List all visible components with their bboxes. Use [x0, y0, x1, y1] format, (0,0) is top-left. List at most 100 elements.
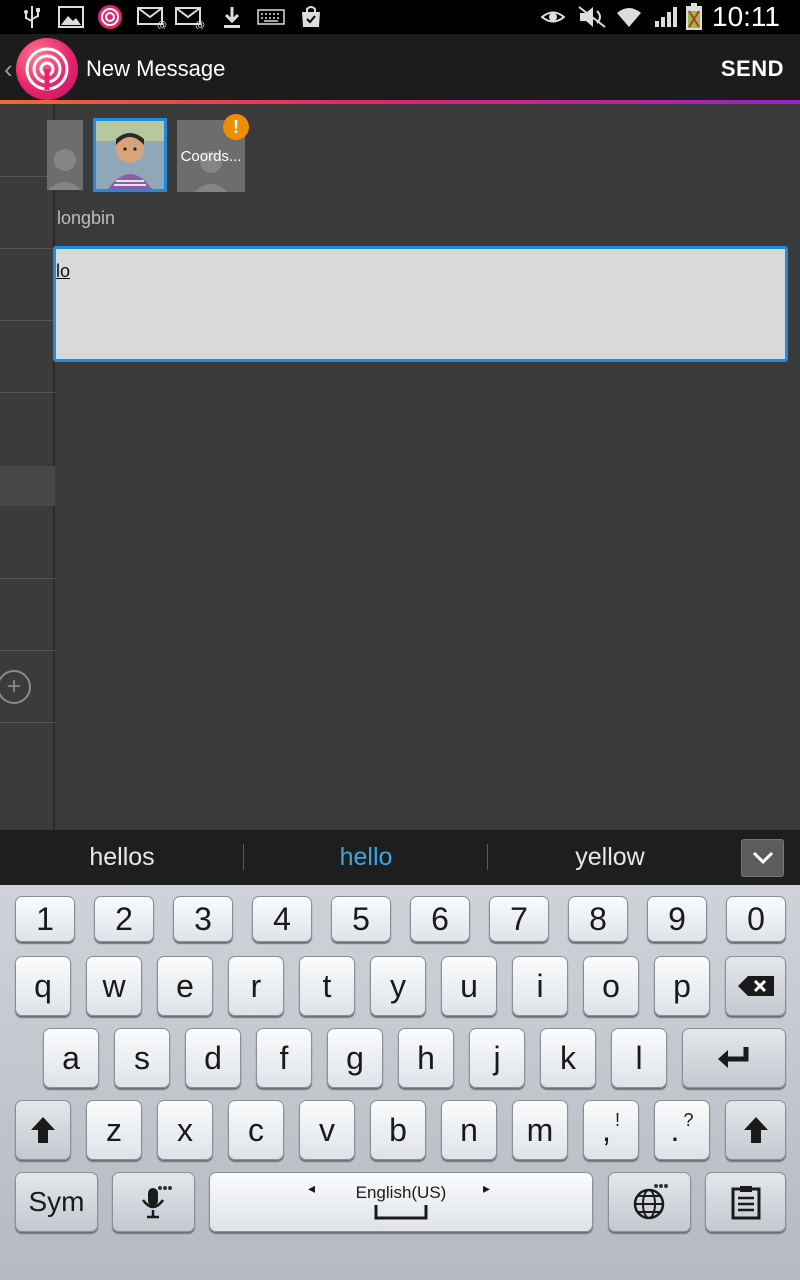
- divider: [0, 248, 55, 249]
- suggestion-item-highlighted[interactable]: hello: [244, 830, 488, 885]
- key-5[interactable]: 5: [331, 896, 391, 942]
- microphone-icon: [141, 1186, 172, 1219]
- send-button[interactable]: SEND: [721, 34, 784, 104]
- usb-icon: [20, 4, 44, 30]
- key-comma-main: ,: [602, 1111, 611, 1148]
- key-9[interactable]: 9: [647, 896, 707, 942]
- key-e[interactable]: e: [157, 956, 213, 1016]
- language-key[interactable]: [608, 1172, 691, 1232]
- divider: [0, 722, 55, 723]
- mute-icon: [576, 4, 608, 30]
- key-v[interactable]: v: [299, 1100, 355, 1160]
- key-z[interactable]: z: [86, 1100, 142, 1160]
- chevron-down-icon: [752, 851, 773, 865]
- key-w[interactable]: w: [86, 956, 142, 1016]
- key-8[interactable]: 8: [568, 896, 628, 942]
- app-notification-icon: [96, 4, 124, 30]
- selected-recipient-name: longbin: [57, 208, 116, 228]
- key-comma-alt: !: [614, 1109, 620, 1130]
- wifi-icon: [614, 4, 644, 30]
- key-1[interactable]: 1: [15, 896, 75, 942]
- key-h[interactable]: h: [398, 1028, 454, 1088]
- recipient-thumb-selected[interactable]: [93, 118, 167, 192]
- add-icon[interactable]: +: [0, 670, 31, 704]
- voice-input-key[interactable]: [112, 1172, 195, 1232]
- key-m[interactable]: m: [512, 1100, 568, 1160]
- enter-icon: [718, 1047, 749, 1068]
- key-7[interactable]: 7: [489, 896, 549, 942]
- key-k[interactable]: k: [540, 1028, 596, 1088]
- key-3[interactable]: 3: [173, 896, 233, 942]
- suggestion-bar: hellos hello yellow: [0, 830, 800, 885]
- clipboard-key[interactable]: [705, 1172, 786, 1232]
- suggestion-item[interactable]: yellow: [488, 830, 732, 885]
- battery-icon: [684, 3, 704, 30]
- key-f[interactable]: f: [256, 1028, 312, 1088]
- svg-text:@: @: [157, 20, 167, 29]
- key-b[interactable]: b: [370, 1100, 426, 1160]
- key-g[interactable]: g: [327, 1028, 383, 1088]
- sym-key[interactable]: Sym: [15, 1172, 98, 1232]
- key-x[interactable]: x: [157, 1100, 213, 1160]
- key-period-alt: ?: [683, 1109, 694, 1130]
- key-o[interactable]: o: [583, 956, 639, 1016]
- side-panel: +: [0, 104, 55, 830]
- key-j[interactable]: j: [469, 1028, 525, 1088]
- smart-stay-eye-icon: [540, 4, 566, 30]
- app-logo[interactable]: [16, 38, 78, 100]
- message-text[interactable]: lo: [56, 261, 70, 282]
- key-t[interactable]: t: [299, 956, 355, 1016]
- space-key[interactable]: English(US): [209, 1172, 593, 1232]
- message-input[interactable]: lo: [53, 246, 788, 362]
- language-label: English(US): [355, 1183, 447, 1202]
- key-y[interactable]: y: [370, 956, 426, 1016]
- key-r[interactable]: r: [228, 956, 284, 1016]
- key-p[interactable]: p: [654, 956, 710, 1016]
- key-u[interactable]: u: [441, 956, 497, 1016]
- keyboard-icon: [256, 4, 286, 30]
- key-i[interactable]: i: [512, 956, 568, 1016]
- divider: [0, 650, 55, 651]
- key-c[interactable]: c: [228, 1100, 284, 1160]
- shift-key-right[interactable]: [725, 1100, 786, 1160]
- store-icon: [298, 4, 324, 30]
- key-a[interactable]: a: [43, 1028, 99, 1088]
- key-period[interactable]: .?: [654, 1100, 710, 1160]
- globe-icon: [633, 1184, 668, 1220]
- key-2[interactable]: 2: [94, 896, 154, 942]
- key-s[interactable]: s: [114, 1028, 170, 1088]
- key-0[interactable]: 0: [726, 896, 786, 942]
- key-n[interactable]: n: [441, 1100, 497, 1160]
- shift-arrow-icon: [743, 1117, 768, 1143]
- language-next-arrow-icon: ▸: [483, 1180, 491, 1196]
- suggestion-item[interactable]: hellos: [0, 830, 244, 885]
- clock: 10:11: [712, 1, 780, 32]
- key-comma[interactable]: ,!: [583, 1100, 639, 1160]
- side-item-highlight[interactable]: [0, 466, 55, 506]
- backspace-icon: [737, 976, 774, 996]
- key-6[interactable]: 6: [410, 896, 470, 942]
- email-icon: @: [136, 4, 168, 30]
- enter-key[interactable]: [682, 1028, 786, 1088]
- soft-keyboard: 1 2 3 4 5 6 7 8 9 0 q w e r t y u i o p …: [0, 885, 800, 1280]
- divider: [0, 320, 55, 321]
- key-q[interactable]: q: [15, 956, 71, 1016]
- compose-area: Coords... ! longbin lo: [47, 104, 800, 830]
- back-chevron-icon[interactable]: ‹: [4, 54, 13, 85]
- download-icon: [220, 4, 244, 30]
- recipient-thumb[interactable]: [47, 120, 83, 190]
- backspace-key[interactable]: [725, 956, 786, 1016]
- divider: [0, 392, 55, 393]
- key-4[interactable]: 4: [252, 896, 312, 942]
- key-d[interactable]: d: [185, 1028, 241, 1088]
- image-icon: [56, 4, 86, 30]
- divider: [0, 578, 55, 579]
- status-bar: @ @ 10:11: [0, 0, 800, 34]
- key-l[interactable]: l: [611, 1028, 667, 1088]
- email-icon: @: [174, 4, 206, 30]
- shift-key[interactable]: [15, 1100, 71, 1160]
- warning-badge: !: [223, 114, 249, 140]
- language-prev-arrow-icon: ◂: [308, 1180, 316, 1196]
- expand-suggestions-button[interactable]: [741, 839, 784, 877]
- svg-text:@: @: [195, 20, 205, 29]
